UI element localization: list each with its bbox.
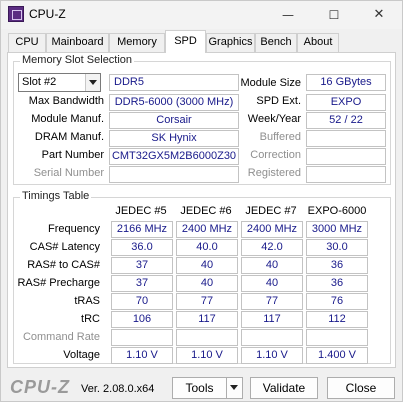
part-number-field: CMT32GX5M2B6000Z30: [109, 148, 239, 165]
timings-row-label: tRAS: [74, 295, 100, 307]
timings-row-label: Command Rate: [22, 331, 100, 343]
module-manuf-field: Corsair: [109, 112, 239, 129]
registered-label: Registered: [247, 167, 301, 179]
maximize-icon[interactable]: ☐: [311, 1, 357, 29]
timings-cell: 40: [241, 275, 303, 292]
timings-cell: 36: [306, 275, 368, 292]
timings-col-header: EXPO-6000: [307, 205, 367, 217]
timings-cell: 40: [176, 257, 238, 274]
slot-select[interactable]: Slot #2: [18, 73, 101, 92]
timings-cell: 70: [111, 293, 173, 310]
spd-ext-field: EXPO: [306, 94, 386, 111]
tab-cpu[interactable]: CPU: [8, 33, 46, 52]
timings-cell: [111, 329, 173, 346]
tab-about[interactable]: About: [297, 33, 339, 52]
buffered-field: [306, 130, 386, 147]
timings-row-label: RAS# Precharge: [17, 277, 100, 289]
serial-number-label: Serial Number: [33, 167, 104, 179]
timings-cell: 1.10 V: [176, 347, 238, 364]
timings-cell: [241, 329, 303, 346]
timings-cell: 77: [176, 293, 238, 310]
timings-cell: 117: [241, 311, 303, 328]
close-button[interactable]: Close: [327, 377, 395, 399]
timings-cell: 37: [111, 257, 173, 274]
timings-row-label: Voltage: [63, 349, 100, 361]
tab-graphics[interactable]: Graphics: [206, 33, 255, 52]
tab-memory[interactable]: Memory: [109, 33, 165, 52]
timings-cell: 1.400 V: [306, 347, 368, 364]
chevron-down-icon[interactable]: [85, 74, 100, 91]
correction-field: [306, 148, 386, 165]
slot-select-value: Slot #2: [22, 76, 57, 88]
serial-number-field: [109, 166, 239, 183]
memory-slot-group-title: Memory Slot Selection: [20, 54, 135, 66]
timings-cell: 1.10 V: [241, 347, 303, 364]
timings-group: Timings Table JEDEC #5 JEDEC #6 JEDEC #7…: [13, 190, 391, 364]
timings-cell: 76: [306, 293, 368, 310]
tab-mainboard[interactable]: Mainboard: [46, 33, 109, 52]
timings-cell: 2400 MHz: [241, 221, 303, 238]
timings-cell: 30.0: [306, 239, 368, 256]
timings-cell: 112: [306, 311, 368, 328]
timings-cell: 36: [306, 257, 368, 274]
part-number-label: Part Number: [41, 149, 104, 161]
timings-cell: 77: [241, 293, 303, 310]
max-bandwidth-field: DDR5-6000 (3000 MHz): [109, 94, 239, 111]
spd-panel: Memory Slot Selection Slot #2 DDR5 Max B…: [7, 52, 396, 368]
cpu-z-logo: CPU-Z: [10, 377, 70, 397]
memory-slot-group: Memory Slot Selection Slot #2 DDR5 Max B…: [13, 54, 391, 185]
timings-row-label: Frequency: [48, 223, 100, 235]
timings-cell: 106: [111, 311, 173, 328]
timings-col-header: JEDEC #6: [180, 205, 232, 217]
version-text: Ver. 2.08.0.x64: [81, 383, 155, 395]
registered-field: [306, 166, 386, 183]
timings-cell: 1.10 V: [111, 347, 173, 364]
week-year-field: 52 / 22: [306, 112, 386, 129]
timings-col-header: JEDEC #7: [245, 205, 297, 217]
module-size-field: 16 GBytes: [306, 74, 386, 91]
module-manuf-label: Module Manuf.: [31, 113, 104, 125]
timings-cell: [306, 329, 368, 346]
tab-bench[interactable]: Bench: [255, 33, 297, 52]
timings-cell: [176, 329, 238, 346]
correction-label: Correction: [250, 149, 301, 161]
timings-cell: 37: [111, 275, 173, 292]
cpuz-window: CPU-Z — ☐ ✕ CPU Mainboard Memory SPD Gra…: [0, 0, 403, 402]
tab-spd[interactable]: SPD: [165, 30, 206, 53]
timings-row-label: CAS# Latency: [29, 241, 100, 253]
timings-col-header: JEDEC #5: [115, 205, 167, 217]
timings-cell: 117: [176, 311, 238, 328]
window-title: CPU-Z: [29, 7, 66, 21]
timings-cell: 2400 MHz: [176, 221, 238, 238]
buffered-label: Buffered: [259, 131, 301, 143]
timings-row-label: RAS# to CAS#: [27, 259, 100, 271]
timings-row-label: tRC: [81, 313, 100, 325]
timings-group-title: Timings Table: [20, 190, 92, 202]
timings-cell: 40: [241, 257, 303, 274]
dram-manuf-label: DRAM Manuf.: [34, 131, 104, 143]
timings-cell: 3000 MHz: [306, 221, 368, 238]
close-icon[interactable]: ✕: [356, 1, 402, 29]
chevron-down-icon[interactable]: [226, 377, 243, 399]
timings-cell: 42.0: [241, 239, 303, 256]
timings-cell: 36.0: [111, 239, 173, 256]
max-bandwidth-label: Max Bandwidth: [28, 95, 104, 107]
title-bar[interactable]: CPU-Z — ☐ ✕: [1, 1, 402, 29]
tools-button[interactable]: Tools: [172, 377, 227, 399]
timings-cell: 40.0: [176, 239, 238, 256]
timings-cell: 2166 MHz: [111, 221, 173, 238]
cpu-z-app-icon: [8, 6, 24, 22]
spd-ext-label: SPD Ext.: [256, 95, 301, 107]
memory-type-field: DDR5: [109, 74, 239, 91]
week-year-label: Week/Year: [247, 113, 301, 125]
minimize-icon[interactable]: —: [265, 1, 311, 29]
timings-cell: 40: [176, 275, 238, 292]
module-size-label: Module Size: [240, 77, 301, 89]
validate-button[interactable]: Validate: [250, 377, 318, 399]
dram-manuf-field: SK Hynix: [109, 130, 239, 147]
